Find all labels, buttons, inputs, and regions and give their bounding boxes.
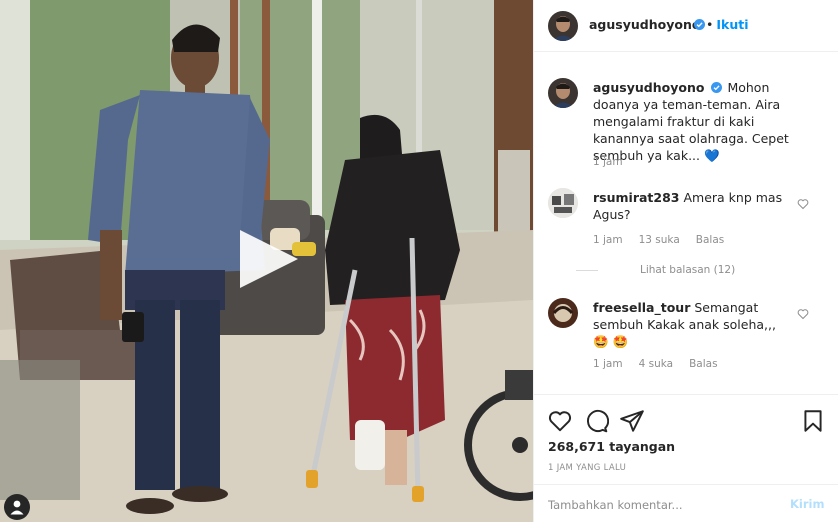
- avatar[interactable]: [548, 188, 578, 218]
- comments-list[interactable]: agusyudhoyono Mohon doanya ya teman-teman…: [534, 53, 838, 393]
- play-icon: [240, 230, 298, 288]
- avatar[interactable]: [548, 11, 578, 41]
- comment-time: 1 jam: [593, 234, 623, 246]
- heart-icon[interactable]: [797, 308, 809, 320]
- caption-username[interactable]: agusyudhoyono: [593, 80, 704, 95]
- post-side-panel: agusyudhoyono • Ikuti agusyudhoyono Mohon …: [533, 0, 838, 522]
- post-actions: 268,671 tayangan 1 JAM YANG LALU Kirim: [534, 394, 838, 522]
- star-eyes-emoji: 🤩: [593, 334, 609, 349]
- post-timestamp: 1 JAM YANG LALU: [548, 463, 627, 473]
- comment-username[interactable]: freesella_tour: [593, 300, 690, 315]
- comment-meta: 1 jam 13 suka Balas: [593, 234, 740, 246]
- comment-meta: 1 jam 4 suka Balas: [593, 358, 734, 370]
- reply-button[interactable]: Balas: [689, 358, 717, 370]
- comment-text: freesella_tour Semangat sembuh Kakak anak…: [593, 299, 793, 350]
- reply-button[interactable]: Balas: [696, 234, 724, 246]
- comment-icon[interactable]: [583, 408, 609, 434]
- star-eyes-emoji: 🤩: [612, 334, 629, 349]
- caption-text: agusyudhoyono Mohon doanya ya teman-teman…: [593, 79, 793, 164]
- post-media[interactable]: [0, 0, 533, 522]
- blue-heart-emoji: 💙: [704, 148, 720, 163]
- comment-likes[interactable]: 13 suka: [639, 234, 680, 246]
- post-header: agusyudhoyono • Ikuti: [534, 0, 838, 52]
- user-tag-icon: [10, 500, 24, 515]
- follow-wrap: • Ikuti: [706, 17, 749, 32]
- verified-badge-icon: [694, 19, 705, 30]
- follow-button[interactable]: Ikuti: [716, 17, 748, 32]
- avatar[interactable]: [548, 78, 578, 108]
- avatar[interactable]: [548, 298, 578, 328]
- comment-text: rsumirat283 Amera knp mas Agus?: [593, 189, 793, 223]
- caption-meta: 1 jam: [593, 156, 639, 168]
- comment-username[interactable]: rsumirat283: [593, 190, 679, 205]
- comment-input[interactable]: [548, 495, 778, 515]
- comment-time: 1 jam: [593, 358, 623, 370]
- bookmark-icon[interactable]: [800, 408, 826, 434]
- view-count[interactable]: 268,671 tayangan: [548, 439, 675, 454]
- play-button[interactable]: [236, 226, 302, 292]
- heart-icon[interactable]: [797, 198, 809, 210]
- author-username[interactable]: agusyudhoyono: [589, 17, 700, 32]
- comment-composer: Kirim: [534, 484, 838, 522]
- follow-separator: •: [706, 17, 714, 32]
- heart-icon[interactable]: [547, 408, 573, 434]
- comment-likes[interactable]: 4 suka: [639, 358, 673, 370]
- verified-badge-icon: [711, 82, 723, 93]
- user-tag-button[interactable]: [4, 494, 30, 520]
- view-replies-button[interactable]: Lihat balasan (12): [630, 264, 735, 276]
- send-icon[interactable]: [619, 408, 645, 434]
- caption-time: 1 jam: [593, 156, 623, 168]
- post-comment-button[interactable]: Kirim: [790, 497, 824, 511]
